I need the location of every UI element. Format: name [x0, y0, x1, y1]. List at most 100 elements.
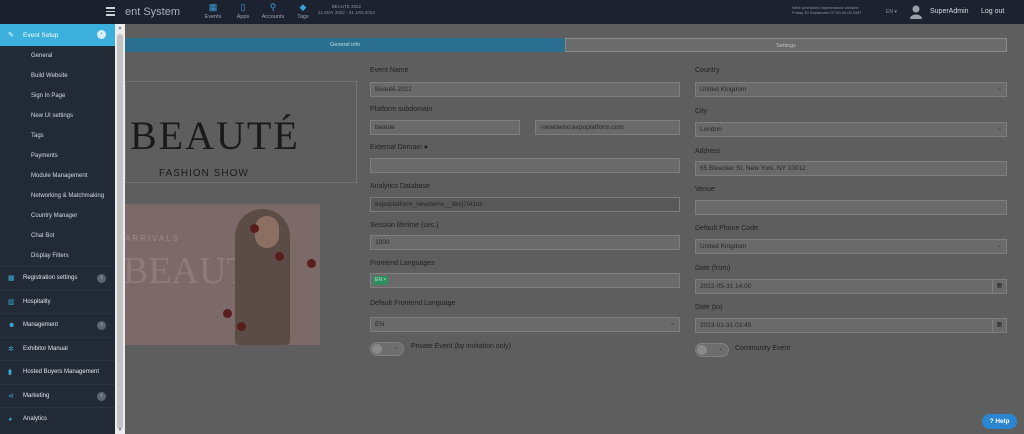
private-event-toggle[interactable]: ⌄ [370, 342, 404, 356]
banner-text-top: ARRIVALS [125, 234, 180, 243]
rose-icon [307, 259, 316, 268]
expand-icon[interactable]: ‹ [97, 274, 106, 283]
sidebar-subitem-general[interactable]: General [0, 46, 115, 66]
top-nav: ▦ Events ▯ Apps ⚲ Accounts ◆ Tags [198, 2, 318, 21]
session-lifetime-input[interactable]: 1000 [370, 235, 680, 250]
sidebar-subitem-chat-bot[interactable]: Chat Bot [0, 226, 115, 246]
mobile-icon: ▯ [240, 2, 246, 12]
avatar[interactable] [910, 5, 922, 19]
event-name-input[interactable]: Beauté 2022 [370, 82, 680, 97]
top-bar: ent System ▦ Events ▯ Apps ⚲ Accounts ◆ Tags… [0, 0, 1024, 24]
nav-accounts[interactable]: ⚲ Accounts [258, 2, 288, 21]
analytics-db-label: Analytics Database [370, 183, 430, 190]
date-from-input[interactable]: 2022-05-31 14:00 ▦ [695, 279, 1007, 294]
logo-text: BEAUTÉ [130, 113, 300, 158]
chevron-down-icon: ⌄ [996, 126, 1002, 132]
app-title: ent System [125, 6, 181, 18]
pie-icon: ◕ [8, 415, 13, 423]
sidebar-subitem-tags[interactable]: Tags [0, 126, 115, 146]
subdomain-input[interactable]: beaute [370, 120, 520, 135]
sidebar-subitem-networking[interactable]: Networking & Matchmaking [0, 186, 115, 206]
sidebar-subitem-build-website[interactable]: Build Website [0, 66, 115, 86]
venue-label: Venue [695, 186, 715, 193]
gear-icon: ✲ [8, 345, 14, 353]
sidebar-item-registration-settings[interactable]: ▦ Registration settings ‹ [0, 266, 115, 290]
tab-general-info[interactable]: General info [125, 38, 565, 52]
logo-upload[interactable]: BEAUTÉ FASHION SHOW [125, 81, 357, 183]
sidebar-item-hospitality[interactable]: ▥ Hospitality [0, 289, 115, 314]
external-domain-label: External Domain ● [370, 144, 428, 151]
main-content: General info Settings BEAUTÉ FASHION SHO… [125, 24, 1024, 434]
pencil-icon: ✎ [8, 32, 14, 39]
sidebar-header [0, 0, 115, 24]
country-select[interactable]: United Kingdom ⌄ [695, 82, 1007, 97]
expand-icon[interactable]: ‹ [97, 321, 106, 330]
sidebar-item-event-setup[interactable]: ✎ Event Setup ‹ [0, 24, 115, 46]
tag-icon: ◆ [299, 2, 307, 12]
phone-code-label: Default Phone Code [695, 225, 759, 232]
calendar-icon[interactable]: ▦ [992, 319, 1006, 332]
share-icon: ⋖ [8, 392, 14, 400]
country-label: Country [695, 67, 720, 74]
collapse-icon[interactable]: ‹ [97, 30, 106, 39]
subdomain-label: Platform subdomain [370, 106, 433, 113]
nav-tags[interactable]: ◆ Tags [288, 2, 318, 21]
session-lifetime-label: Session lifetime (sec.) [370, 222, 439, 229]
current-event[interactable]: BEAUTE 2022 31 MAY 2022 - 31 JAN 2023 [318, 4, 375, 16]
info-icon[interactable]: ● [422, 144, 428, 151]
analytics-db-field: expoplatform_newdemo__dkvj7t41nz [370, 197, 680, 212]
sidebar-item-management[interactable]: ☻ Management ‹ [0, 313, 115, 337]
banner-image[interactable]: ARRIVALS BEAUTÉ [125, 204, 320, 345]
users-icon: ☻ [8, 321, 16, 329]
date-to-label: Date (to) [695, 304, 723, 311]
community-event-label: Community Event [735, 345, 791, 352]
nav-events[interactable]: ▦ Events [198, 2, 228, 21]
sidebar-subitem-module-management[interactable]: Module Management [0, 166, 115, 186]
scroll-up-icon[interactable]: ▲ [117, 25, 123, 31]
date-to-input[interactable]: 2023-01-31 03:45 ▦ [695, 318, 1007, 333]
logout-link[interactable]: Log out [981, 8, 1004, 15]
scrollbar-thumb[interactable] [117, 34, 123, 429]
chevron-down-icon: ⌄ [996, 86, 1002, 92]
tab-settings[interactable]: Settings [565, 38, 1007, 52]
hamburger-icon[interactable] [106, 7, 115, 16]
nav-apps[interactable]: ▯ Apps [228, 2, 258, 21]
sidebar-subitem-new-ui-settings[interactable]: New UI settings [0, 106, 115, 126]
sidebar-subitem-payments[interactable]: Payments [0, 146, 115, 166]
frontend-languages-input[interactable] [370, 273, 680, 288]
calendar-icon[interactable]: ▦ [992, 280, 1006, 293]
sidebar-subitem-country-manager[interactable]: Country Manager [0, 206, 115, 226]
expand-icon[interactable]: ‹ [97, 391, 106, 401]
sidebar-item-exhibitor-manual[interactable]: ✲ Exhibitor Manual [0, 336, 115, 361]
sidebar-item-marketing[interactable]: ⋖ Marketing ‹ [0, 383, 115, 408]
building-icon: ▥ [8, 298, 15, 306]
language-select[interactable]: EN ▾ [886, 9, 897, 15]
help-button[interactable]: ? Help [982, 414, 1017, 429]
language-chip-en[interactable]: EN × [373, 276, 389, 285]
sidebar-item-analytics[interactable]: ◕ Analytics [0, 407, 115, 431]
community-event-toggle[interactable]: ⌄ [695, 343, 729, 357]
calendar-icon: ▦ [208, 2, 218, 12]
key-icon: ⚲ [269, 2, 277, 12]
maintenance-notice: Next scheduled maintenance window: Frida… [792, 5, 862, 15]
scroll-down-icon[interactable]: ▼ [117, 427, 123, 433]
address-input[interactable]: 65 Bleecker St, New York, NY 10012 [695, 161, 1007, 176]
sidebar-subitem-display-filters[interactable]: Display Filters [0, 246, 115, 266]
phone-code-select[interactable]: United Kingdom ⌄ [695, 239, 1007, 254]
grid-icon: ▦ [8, 275, 15, 283]
event-name-label: Event Name [370, 67, 409, 74]
default-language-select[interactable]: EN ⌄ [370, 317, 680, 332]
chevron-down-icon: ⌄ [996, 243, 1002, 249]
venue-input[interactable] [695, 200, 1007, 215]
user-name[interactable]: SuperAdmin [930, 8, 969, 15]
sidebar: ✎ Event Setup ‹ General Build Website Si… [0, 0, 115, 434]
chevron-down-icon: ⌄ [718, 346, 724, 352]
sidebar-subitem-sign-in-page[interactable]: Sign In Page [0, 86, 115, 106]
private-event-label: Private Event (by invitation only) [411, 343, 511, 350]
city-select[interactable]: London ⌄ [695, 122, 1007, 137]
logo-subtitle: FASHION SHOW [159, 168, 249, 179]
sidebar-scrollbar[interactable]: ▲ ▼ [115, 24, 125, 434]
sidebar-item-hosted-buyers[interactable]: ▮ Hosted Buyers Management [0, 360, 115, 384]
external-domain-input[interactable] [370, 158, 680, 173]
chevron-down-icon: ⌄ [669, 321, 675, 327]
